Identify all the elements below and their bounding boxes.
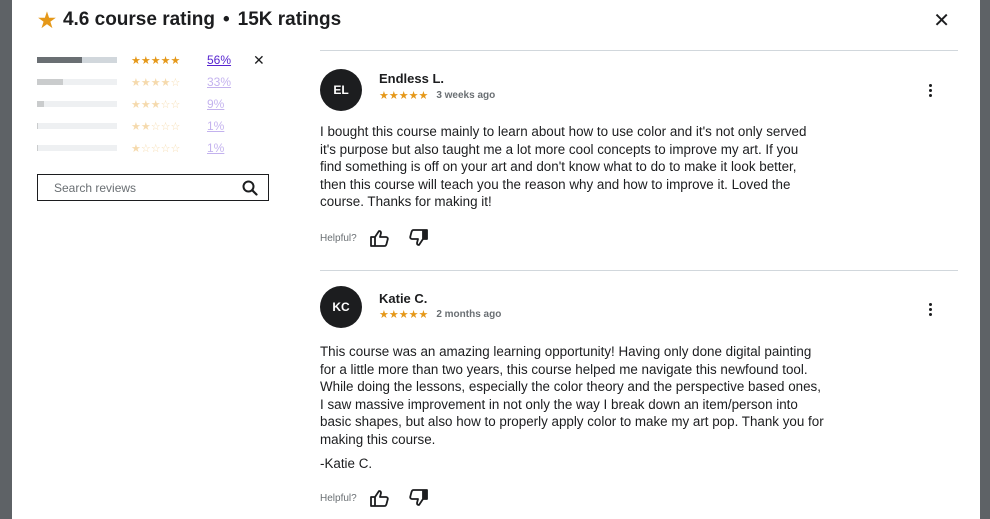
avatar: KC	[320, 286, 362, 328]
rating-stars: ★★★★☆	[131, 76, 181, 89]
rating-stars: ★★★☆☆	[131, 98, 181, 111]
review-text: I bought this course mainly to learn abo…	[320, 123, 960, 211]
rating-stars: ★★★★★	[131, 54, 181, 67]
reviewer-name: Endless L.	[379, 71, 445, 86]
helpful-label: Helpful?	[320, 232, 357, 244]
avatar: EL	[320, 69, 362, 111]
review-line: I bought this course mainly to learn abo…	[320, 124, 807, 139]
header-separator: •	[223, 9, 230, 30]
review-line: find something is off on your art and do…	[320, 159, 797, 174]
rating-bar	[37, 79, 117, 85]
rating-percent-link[interactable]: 9%	[207, 97, 224, 111]
review-line: course. Thanks for making it!	[320, 194, 492, 209]
rating-bar-fill	[37, 101, 45, 107]
background-page-left	[0, 0, 12, 519]
review-item: KC Katie C. ★★★★★ 2 months ago This cour…	[320, 271, 958, 519]
rating-bar-fill	[37, 57, 82, 63]
more-options-button[interactable]	[922, 301, 938, 321]
rating-filter-2-star[interactable]: ★★☆☆☆ 1%	[37, 115, 282, 137]
close-button[interactable]: ✕	[933, 8, 950, 33]
rating-percent-link[interactable]: 56%	[207, 53, 231, 67]
review-line: for a little more than two years, this c…	[320, 361, 808, 377]
thumbs-down-icon[interactable]	[407, 489, 429, 507]
review-text: This course was an amazing learning oppo…	[320, 343, 960, 448]
reviews-modal: ★ 4.6 course rating • 15K ratings ✕ ★★★★…	[12, 0, 980, 519]
review-list: EL Endless L. ★★★★★ 3 weeks ago I bought…	[320, 50, 958, 519]
rating-bar	[37, 123, 117, 129]
background-page-right	[980, 0, 990, 519]
clear-filter-icon[interactable]: ✕	[253, 52, 265, 69]
thumbs-down-icon[interactable]	[407, 229, 429, 247]
review-line: While doing the lessons, especially the …	[320, 379, 821, 394]
review-time: 2 months ago	[436, 309, 502, 320]
review-meta: ★★★★★ 2 months ago	[379, 308, 501, 321]
search-input[interactable]	[54, 180, 242, 195]
review-line: This course was an amazing learning oppo…	[320, 344, 812, 359]
thumbs-up-icon[interactable]	[369, 489, 391, 507]
rating-bar	[37, 57, 117, 63]
review-line: then this course will teach you the reas…	[320, 176, 791, 192]
review-stars: ★★★★★	[379, 309, 429, 321]
review-stars: ★★★★★	[379, 90, 429, 102]
course-rating: 4.6 course rating	[62, 9, 215, 30]
rating-percent-link[interactable]: 1%	[207, 141, 224, 155]
more-options-button[interactable]	[922, 82, 938, 102]
review-line: I saw massive improvement in not only th…	[320, 396, 798, 412]
review-line: it's purpose but also taught me a lot mo…	[320, 141, 799, 157]
rating-bar-fill	[37, 79, 64, 85]
rating-bar-fill	[37, 123, 38, 129]
rating-percent-link[interactable]: 33%	[207, 75, 231, 89]
reviewer-name: Katie C.	[379, 291, 428, 306]
rating-stars: ★★☆☆☆	[131, 120, 181, 133]
star-icon: ★	[38, 9, 56, 32]
rating-filters: ★★★★★ 56% ✕ ★★★★☆ 33% ★★★☆☆ 9% ★★☆☆☆ 1% ★☆☆☆☆ 1%	[37, 49, 282, 159]
search-icon[interactable]	[242, 180, 258, 196]
helpful-label: Helpful?	[320, 492, 357, 504]
rating-bar	[37, 145, 117, 151]
rating-bar-fill	[37, 145, 38, 151]
review-time: 3 weeks ago	[436, 90, 496, 101]
rating-filter-3-star[interactable]: ★★★☆☆ 9%	[37, 93, 282, 115]
rating-filter-5-star[interactable]: ★★★★★ 56% ✕	[37, 49, 282, 71]
helpful-row: Helpful?	[320, 489, 445, 507]
review-line: basic shapes, but also how to properly a…	[320, 414, 824, 429]
review-line: making this course.	[320, 431, 436, 447]
helpful-row: Helpful?	[320, 229, 445, 247]
rating-stars: ★☆☆☆☆	[131, 142, 181, 155]
ratings-count: 15K ratings	[237, 9, 342, 30]
modal-header: ★ 4.6 course rating • 15K ratings	[38, 8, 341, 32]
close-icon: ✕	[933, 10, 950, 32]
rating-bar	[37, 101, 117, 107]
review-meta: ★★★★★ 3 weeks ago	[379, 89, 495, 102]
rating-filter-4-star[interactable]: ★★★★☆ 33%	[37, 71, 282, 93]
rating-percent-link[interactable]: 1%	[207, 119, 224, 133]
review-signoff: -Katie C.	[320, 456, 373, 471]
search-reviews	[37, 174, 269, 201]
review-item: EL Endless L. ★★★★★ 3 weeks ago I bought…	[320, 51, 958, 270]
thumbs-up-icon[interactable]	[369, 229, 391, 247]
rating-filter-1-star[interactable]: ★☆☆☆☆ 1%	[37, 137, 282, 159]
